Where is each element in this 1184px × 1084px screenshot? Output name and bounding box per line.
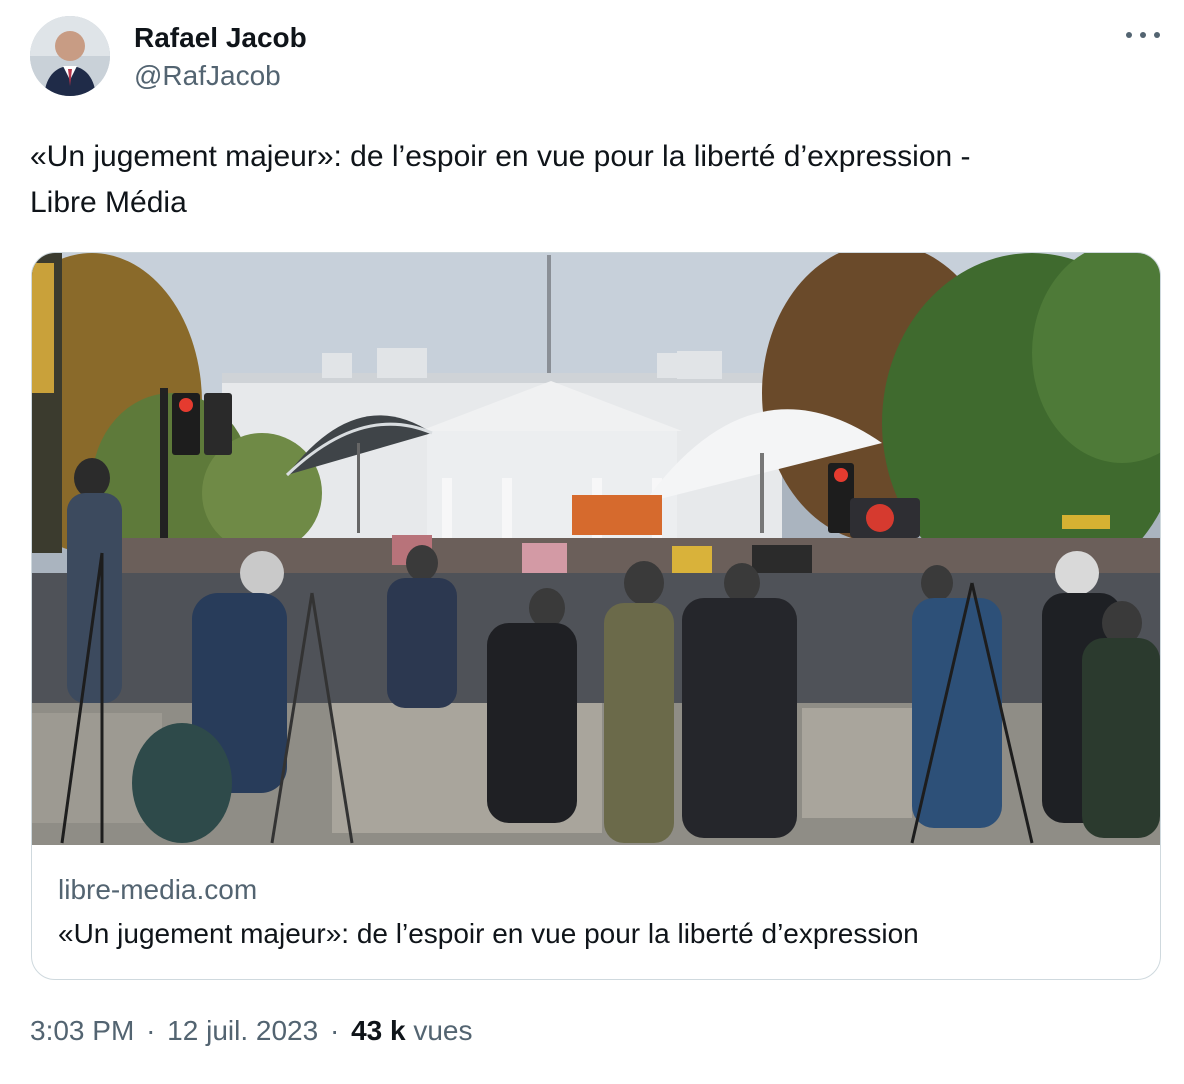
- more-dot-icon: [1154, 32, 1160, 38]
- tweet-header: Rafael Jacob @RafJacob: [30, 16, 1160, 98]
- card-title: «Un jugement majeur»: de l’espoir en vue…: [58, 918, 919, 949]
- tweet-time[interactable]: 3:03 PM: [30, 1015, 134, 1046]
- more-options-button[interactable]: [1126, 22, 1160, 48]
- card-image[interactable]: [32, 253, 1160, 845]
- photo-white-house-protest-press-icon: [32, 253, 1160, 845]
- link-preview-card[interactable]: libre-media.com «Un jugement majeur»: de…: [31, 252, 1161, 980]
- tweet-text-line: «Un jugement majeur»: de l’espoir en vue…: [30, 140, 971, 173]
- card-domain: libre-media.com: [58, 874, 258, 905]
- views-label: vues: [413, 1015, 473, 1046]
- tweet-text: «Un jugement majeur»: de l’espoir en vue…: [30, 134, 1160, 226]
- avatar-image: [30, 16, 110, 96]
- tweet-text-line: Libre Média: [30, 186, 187, 219]
- meta-separator: ·: [329, 1015, 340, 1046]
- meta-separator: ·: [146, 1015, 156, 1046]
- author-handle[interactable]: @RafJacob: [134, 60, 281, 92]
- author-name[interactable]: Rafael Jacob: [134, 22, 307, 54]
- views-count: 43 k: [351, 1015, 406, 1046]
- tweet-date[interactable]: 12 juil. 2023: [167, 1015, 318, 1046]
- more-dot-icon: [1126, 32, 1132, 38]
- avatar[interactable]: [30, 16, 110, 96]
- more-dot-icon: [1140, 32, 1146, 38]
- tweet-meta: 3:03 PM · 12 juil. 2023 · 43 k vues: [30, 1014, 473, 1048]
